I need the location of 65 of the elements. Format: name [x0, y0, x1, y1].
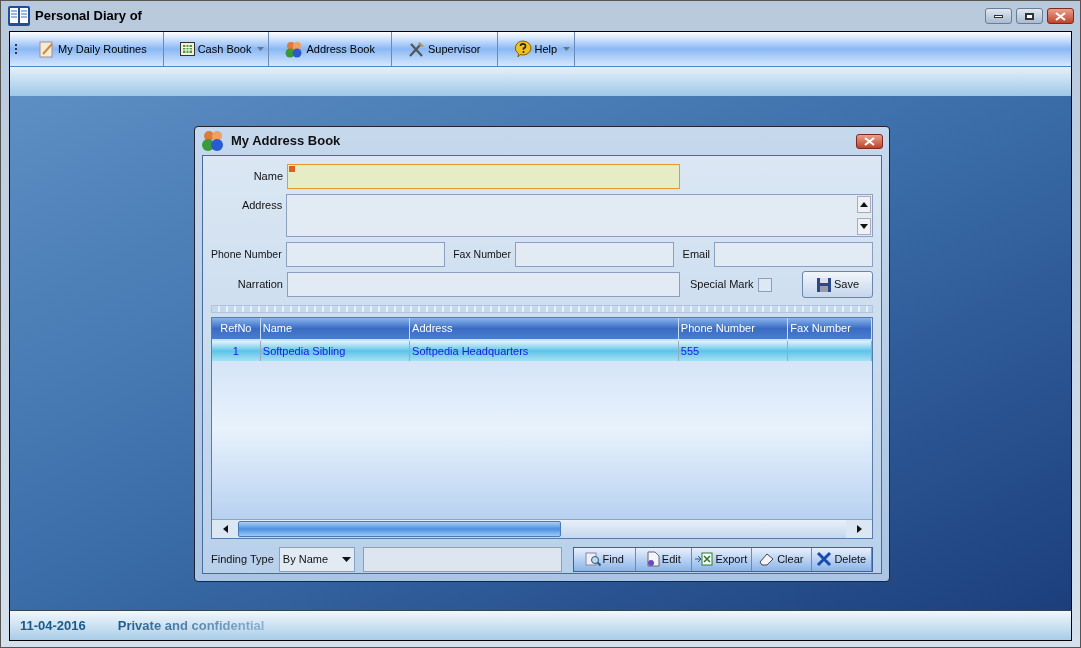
close-button[interactable] — [856, 133, 883, 149]
ledger-icon — [179, 42, 195, 56]
field-label: Special Mark — [690, 277, 754, 293]
toolbar-button[interactable]: Cash Book — [163, 32, 268, 66]
fax-field[interactable] — [514, 242, 674, 267]
toolbar-button[interactable]: Clear — [751, 547, 812, 571]
table-cell: 555 — [678, 341, 789, 361]
column-header[interactable]: Phone Number — [678, 318, 789, 339]
field-label: Fax Number — [452, 246, 511, 262]
maximize-button[interactable] — [1016, 8, 1043, 24]
note-icon — [38, 40, 55, 58]
field-label: Address — [240, 198, 283, 213]
toolbar-button[interactable]: Find — [573, 547, 636, 571]
checkbox[interactable] — [757, 277, 772, 292]
column-header[interactable]: Address — [410, 318, 679, 339]
close-icon — [864, 136, 875, 146]
dropdown-arrow-icon — [341, 556, 351, 562]
people-icon — [201, 130, 225, 152]
minimize-button[interactable] — [985, 8, 1012, 24]
tools-icon — [407, 40, 425, 58]
toolbar-button[interactable]: My Daily Routines — [22, 32, 163, 66]
email-field[interactable] — [714, 242, 873, 267]
close-icon — [1055, 11, 1066, 21]
help-icon — [513, 40, 532, 58]
people-icon — [285, 40, 304, 58]
save-button[interactable]: Save — [802, 271, 873, 298]
toolbar-button[interactable]: Address Book — [269, 32, 391, 66]
field-label: Phone Number — [211, 246, 282, 262]
column-header[interactable]: Fax Number — [788, 318, 872, 339]
table-row[interactable]: 1 Softpedia Sibling Softpedia Headquarters 555 — [212, 341, 872, 361]
toolbar-button[interactable]: Supervisor — [391, 32, 497, 66]
toolbar-button[interactable]: Export — [691, 547, 752, 571]
delete-icon — [816, 551, 833, 567]
eraser-icon — [759, 552, 776, 566]
name-field[interactable] — [287, 164, 680, 189]
field-label: Name — [252, 169, 283, 185]
search-field[interactable] — [362, 546, 562, 572]
window-title: Personal Diary of — [35, 7, 142, 26]
field-label: Finding Type — [211, 551, 274, 567]
table-cell: Softpedia Headquarters — [410, 341, 679, 361]
book-icon — [7, 5, 31, 27]
toolbar-button[interactable]: Edit — [635, 547, 692, 571]
column-header[interactable]: RefNo — [212, 318, 261, 339]
scrollbar-thumb[interactable] — [238, 521, 561, 537]
document-icon — [645, 551, 660, 567]
dialog-title: My Address Book — [231, 132, 341, 151]
field-label: Narration — [236, 277, 283, 293]
scroll-right-icon[interactable] — [846, 520, 872, 538]
phone-field[interactable] — [285, 242, 445, 267]
scroll-left-icon[interactable] — [212, 520, 238, 538]
column-header[interactable]: Name — [260, 318, 411, 339]
table-cell: 1 — [212, 341, 261, 361]
toolbar-button[interactable]: Delete — [811, 547, 872, 571]
scroll-down-icon[interactable] — [857, 218, 871, 235]
table-cell: Softpedia Sibling — [260, 341, 411, 361]
spreadsheet-icon — [695, 552, 714, 566]
finding-type-dropdown[interactable]: By Name — [278, 546, 355, 572]
scroll-up-icon[interactable] — [857, 196, 871, 213]
toolbar-button[interactable]: Help — [497, 32, 574, 66]
magnifier-icon — [584, 551, 601, 567]
narration-field[interactable] — [287, 272, 680, 297]
address-field[interactable] — [286, 194, 873, 237]
close-button[interactable] — [1047, 8, 1074, 24]
field-label: Email — [681, 247, 711, 263]
status-date: 11-04-2016 — [20, 616, 86, 635]
